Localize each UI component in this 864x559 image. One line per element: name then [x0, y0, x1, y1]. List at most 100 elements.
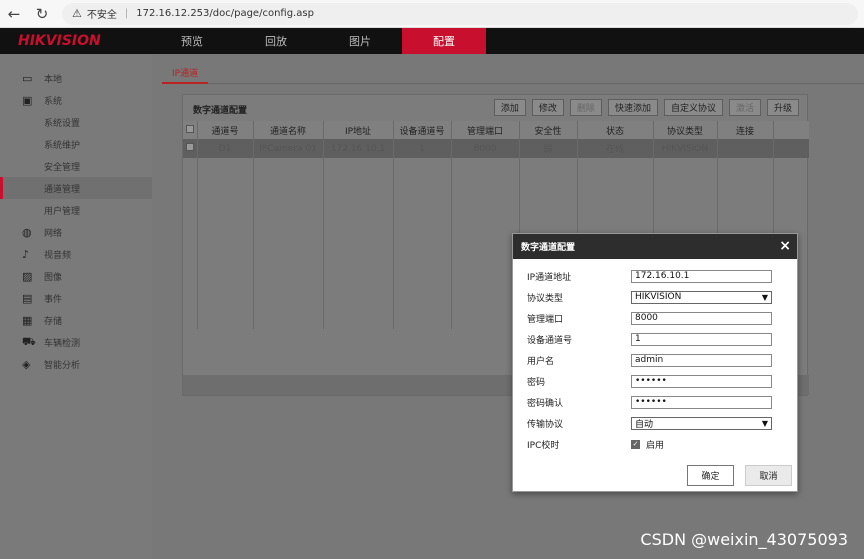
sidebar-item-image[interactable]: ▨ 图像 [0, 265, 152, 287]
sidebar-item-channel-management[interactable]: 通道管理 [0, 177, 152, 199]
sidebar-item-label: 智能分析 [44, 360, 81, 371]
panel-title: 数字通道配置 [193, 106, 248, 116]
sidebar-item-smart-analysis[interactable]: ◈ 智能分析 [0, 353, 152, 375]
sidebar-item-label: 通道管理 [44, 184, 81, 195]
select-all-checkbox[interactable] [183, 121, 198, 139]
table-row[interactable]: D1 IPCamera 01 172.16.10.1 1 8000 弱 在线 H… [183, 139, 809, 158]
sidebar-item-network[interactable]: ◍ 网络 [0, 221, 152, 243]
port-input[interactable]: 8000 [631, 311, 772, 325]
sidebar-item-system-settings[interactable]: 系统设置 [0, 111, 152, 133]
protocol-value: HIKVISION [635, 292, 682, 302]
tab-picture[interactable]: 图片 [318, 28, 402, 54]
channel-row: 设备通道号 1 [527, 332, 772, 346]
upgrade-button[interactable]: 升级 [766, 99, 799, 116]
table-header: 通道号 通道名称 IP地址 设备通道号 管理端口 安全性 状态 协议类型 连接 [183, 121, 809, 139]
sidebar-item-storage[interactable]: ▦ 存储 [0, 309, 152, 331]
ipc-time-label: IPC校时 [527, 440, 560, 451]
port-row: 管理端口 8000 [527, 311, 772, 325]
column-header: 通道名称 [253, 121, 324, 139]
browser-toolbar: ← ↻ ⚠ 不安全 | 172.16.12.253/doc/page/confi… [0, 0, 864, 28]
password-confirm-label: 密码确认 [527, 398, 564, 409]
monitor-icon: ▭ [22, 71, 33, 85]
cell-device-channel: 1 [393, 139, 452, 158]
cell-ip: 172.16.10.1 [323, 139, 394, 158]
ok-button[interactable]: 确定 [687, 465, 734, 486]
password-row: 密码 •••••• [527, 374, 772, 388]
chevron-down-icon: ▼ [761, 418, 768, 428]
tab-playback[interactable]: 回放 [234, 28, 318, 54]
sidebar-item-security[interactable]: 安全管理 [0, 155, 152, 177]
sidebar-item-user-management[interactable]: 用户管理 [0, 199, 152, 221]
ip-label: IP通道地址 [527, 272, 572, 283]
tab-ip-channel[interactable]: IP通道 [162, 62, 209, 84]
cancel-button[interactable]: 取消 [745, 465, 792, 486]
tab-preview[interactable]: 预览 [150, 28, 234, 54]
sidebar-item-label: 存储 [44, 316, 63, 327]
column-header: 安全性 [519, 121, 578, 139]
activate-button[interactable]: 激活 [728, 99, 761, 116]
analysis-icon: ◈ [22, 357, 31, 371]
sidebar-item-local[interactable]: ▭ 本地 [0, 67, 152, 89]
add-button[interactable]: 添加 [493, 99, 526, 116]
password-confirm-row: 密码确认 •••••• [527, 395, 772, 409]
sidebar-item-label: 视音频 [44, 250, 72, 261]
sidebar-item-event[interactable]: ▤ 事件 [0, 287, 152, 309]
protocol-select[interactable]: HIKVISION ▼ [631, 290, 772, 304]
quick-add-button[interactable]: 快速添加 [607, 99, 658, 116]
reload-icon[interactable]: ↻ [28, 0, 56, 28]
username-input[interactable]: admin [631, 353, 772, 367]
image-icon: ▨ [22, 269, 33, 283]
warning-icon: ⚠ [72, 7, 82, 20]
sidebar-item-label: 图像 [44, 272, 63, 283]
cell-blank [773, 139, 809, 158]
channel-table: 通道号 通道名称 IP地址 设备通道号 管理端口 安全性 状态 协议类型 连接 … [183, 121, 809, 158]
sidebar-item-vehicle-detection[interactable]: ⛟ 车辆检测 [0, 331, 152, 353]
sidebar-item-label: 系统 [44, 96, 63, 107]
vehicle-icon: ⛟ [22, 334, 36, 348]
cell-status: 在线 [577, 139, 654, 158]
cell-protocol: HIKVISION [653, 139, 718, 158]
column-header-blank [773, 121, 809, 139]
transport-value: 自动 [635, 419, 654, 430]
address-bar[interactable]: ⚠ 不安全 | 172.16.12.253/doc/page/config.as… [62, 2, 858, 25]
delete-button[interactable]: 删除 [569, 99, 602, 116]
protocol-label: 协议类型 [527, 293, 564, 304]
dialog-title: 数字通道配置 [513, 234, 797, 259]
chevron-down-icon: ▼ [761, 292, 768, 302]
column-header: 连接 [717, 121, 774, 139]
brand-logo: HIKVISION [18, 33, 101, 49]
column-divider [451, 121, 452, 329]
insecure-label: 不安全 [86, 10, 117, 21]
modify-button[interactable]: 修改 [531, 99, 564, 116]
back-icon[interactable]: ← [0, 0, 28, 28]
tab-configuration[interactable]: 配置 [402, 28, 486, 54]
row-checkbox[interactable] [183, 139, 198, 158]
top-navigation: HIKVISION 预览 回放 图片 配置 [0, 28, 864, 54]
column-header: IP地址 [323, 121, 394, 139]
sidebar-item-system-maintenance[interactable]: 系统维护 [0, 133, 152, 155]
ip-row: IP通道地址 172.16.10.1 [527, 269, 772, 283]
ipc-time-checkbox[interactable]: ✓ [631, 439, 640, 449]
close-icon[interactable]: × [779, 238, 791, 254]
transport-select[interactable]: 自动 ▼ [631, 416, 772, 430]
channel-input[interactable]: 1 [631, 332, 772, 346]
transport-row: 传输协议 自动 ▼ [527, 416, 772, 430]
ip-input[interactable]: 172.16.10.1 [631, 269, 772, 283]
column-header: 协议类型 [653, 121, 718, 139]
password-input[interactable]: •••••• [631, 374, 772, 388]
column-header: 状态 [577, 121, 654, 139]
sidebar-item-audio-video[interactable]: ♪ 视音频 [0, 243, 152, 265]
url-separator: | [124, 8, 129, 19]
sidebar-item-system[interactable]: ▣ 系统 [0, 89, 152, 111]
password-label: 密码 [527, 377, 546, 388]
custom-protocol-button[interactable]: 自定义协议 [663, 99, 723, 116]
protocol-row: 协议类型 HIKVISION ▼ [527, 290, 772, 304]
column-header: 通道号 [197, 121, 254, 139]
password-confirm-input[interactable]: •••••• [631, 395, 772, 409]
sidebar-item-label: 安全管理 [44, 162, 81, 173]
column-divider [197, 121, 198, 329]
username-row: 用户名 admin [527, 353, 772, 367]
audio-video-icon: ♪ [22, 247, 30, 261]
sidebar-item-label: 车辆检测 [44, 338, 81, 349]
sidebar-item-label: 系统设置 [44, 118, 81, 129]
